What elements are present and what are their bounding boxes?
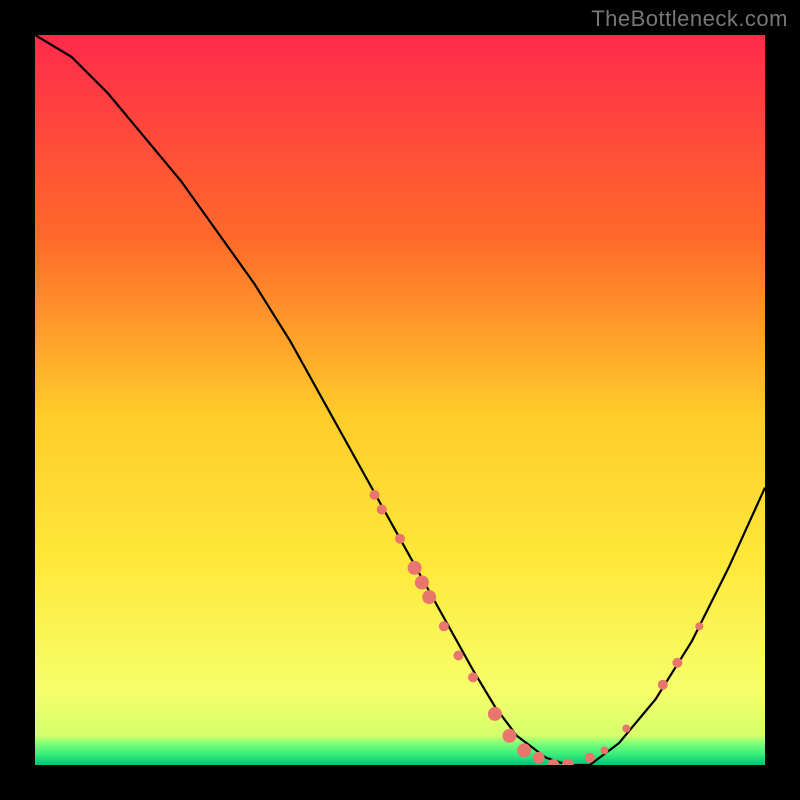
marker-point	[503, 729, 517, 743]
marker-point	[422, 590, 436, 604]
marker-point	[658, 680, 668, 690]
gradient-background	[35, 35, 765, 765]
marker-point	[453, 651, 463, 661]
marker-point	[468, 672, 478, 682]
marker-point	[370, 490, 380, 500]
plot-area	[35, 35, 765, 765]
marker-point	[585, 753, 595, 763]
marker-point	[415, 576, 429, 590]
bottleneck-chart	[35, 35, 765, 765]
marker-point	[533, 752, 545, 764]
marker-point	[488, 707, 502, 721]
marker-point	[395, 534, 405, 544]
marker-point	[377, 505, 387, 515]
marker-point	[672, 658, 682, 668]
marker-point	[439, 621, 449, 631]
marker-point	[695, 622, 703, 630]
chart-frame: TheBottleneck.com	[0, 0, 800, 800]
marker-point	[517, 743, 531, 757]
watermark-text: TheBottleneck.com	[591, 6, 788, 32]
marker-point	[408, 561, 422, 575]
marker-point	[600, 746, 608, 754]
marker-point	[622, 725, 630, 733]
